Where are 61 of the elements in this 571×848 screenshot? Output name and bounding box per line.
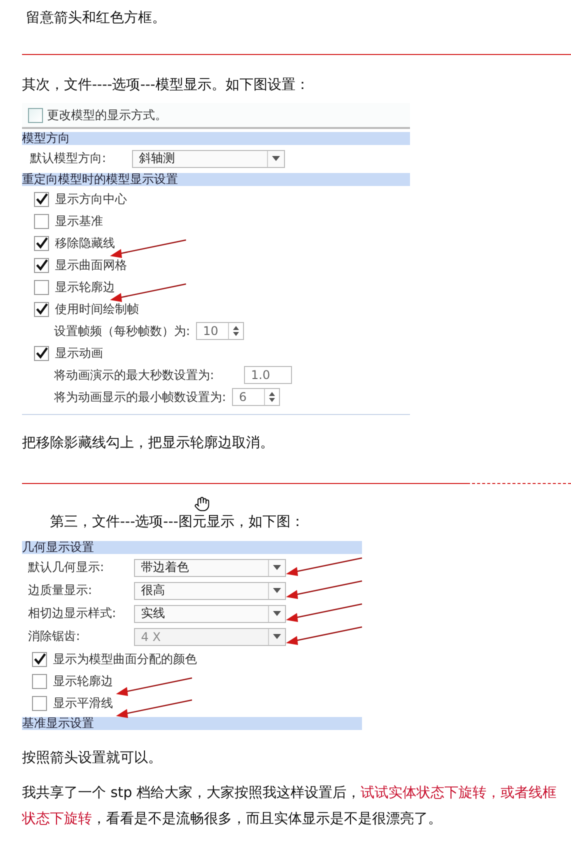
option-label: 将动画演示的最大秒数设置为:	[54, 366, 214, 384]
checkbox-label: 显示方向中心	[55, 190, 127, 208]
hand-cursor-icon	[194, 496, 210, 512]
spin-arrows-icon	[269, 392, 276, 402]
checkbox[interactable]	[34, 280, 49, 294]
checkbox[interactable]	[34, 214, 49, 228]
checkbox-label: 显示基准	[55, 212, 103, 230]
dropdown[interactable]: 实线	[134, 604, 286, 622]
paragraph: 我共享了一个 stp 档给大家，大家按照我这样设置后，试试实体状态下旋转，或者线框状态下旋转，看看是不是流畅很多，而且实体显示是不是很漂亮了。	[22, 784, 558, 829]
check-icon	[36, 259, 48, 271]
checkbox-label: 显示为模型曲面分配的颜色	[53, 650, 197, 668]
section-header: 重定向模型时的模型显示设置	[22, 173, 410, 186]
dropdown[interactable]: 斜轴测	[132, 150, 285, 168]
paragraph: 第三，文件---选项---图元显示，如下图：	[49, 513, 306, 532]
caret-down-icon	[273, 634, 281, 639]
option-label: 设置帧频（每秒帧数）为:	[54, 322, 190, 340]
option-label: 将为动画显示的最小帧数设置为:	[54, 388, 226, 406]
checkbox-label: 更改模型的显示方式。	[47, 106, 167, 124]
checkbox-label: 显示平滑线	[53, 694, 113, 712]
checkbox[interactable]	[28, 108, 43, 122]
checkbox[interactable]	[34, 346, 49, 360]
option-label: 相切边显示样式:	[28, 605, 118, 622]
check-icon	[34, 653, 46, 665]
number-spinner[interactable]: 10	[196, 322, 244, 340]
checkbox[interactable]	[34, 192, 49, 206]
paragraph: 其次，文件----选项---模型显示。如下图设置：	[22, 76, 310, 95]
dropdown[interactable]: 带边着色	[134, 558, 286, 576]
checkbox-label: 显示动画	[55, 344, 103, 362]
dropdown[interactable]: 很高	[134, 582, 286, 600]
checkbox[interactable]	[34, 236, 49, 250]
paragraph: 留意箭头和红色方框。	[25, 9, 167, 28]
checkbox[interactable]	[32, 652, 47, 666]
option-label: 默认模型方向:	[30, 150, 108, 167]
checkbox-label: 使用时间绘制帧	[55, 300, 139, 318]
number-spinner[interactable]: 6	[232, 388, 280, 406]
input-field[interactable]: 1.0	[244, 366, 292, 384]
checkbox[interactable]	[32, 696, 47, 710]
checkbox[interactable]	[34, 302, 49, 316]
caret-down-icon	[273, 588, 281, 593]
spin-arrows-icon	[233, 326, 240, 336]
caret-down-icon	[273, 611, 281, 616]
check-icon	[36, 347, 48, 359]
check-icon	[36, 303, 48, 315]
section-header: 几何显示设置	[22, 541, 362, 554]
section-header: 模型方向	[22, 132, 410, 145]
caret-down-icon	[273, 565, 281, 570]
check-icon	[36, 237, 48, 249]
checkbox-label: 移除隐藏线	[55, 234, 115, 252]
option-label: 消除锯齿:	[28, 628, 82, 645]
checkbox[interactable]	[34, 258, 49, 272]
checkbox-label: 显示轮廓边	[55, 278, 115, 296]
checkbox-label: 显示曲面网格	[55, 256, 127, 274]
option-label: 边质量显示:	[28, 582, 94, 599]
section-header: 基准显示设置	[22, 717, 362, 730]
option-label: 默认几何显示:	[28, 559, 106, 576]
caret-down-icon	[272, 156, 280, 161]
paragraph: 把移除影藏线勾上，把显示轮廓边取消。	[22, 434, 275, 453]
checkbox-label: 显示轮廓边	[53, 672, 113, 690]
check-icon	[36, 193, 48, 205]
paragraph: 按照箭头设置就可以。	[22, 749, 163, 768]
checkbox[interactable]	[32, 674, 47, 688]
